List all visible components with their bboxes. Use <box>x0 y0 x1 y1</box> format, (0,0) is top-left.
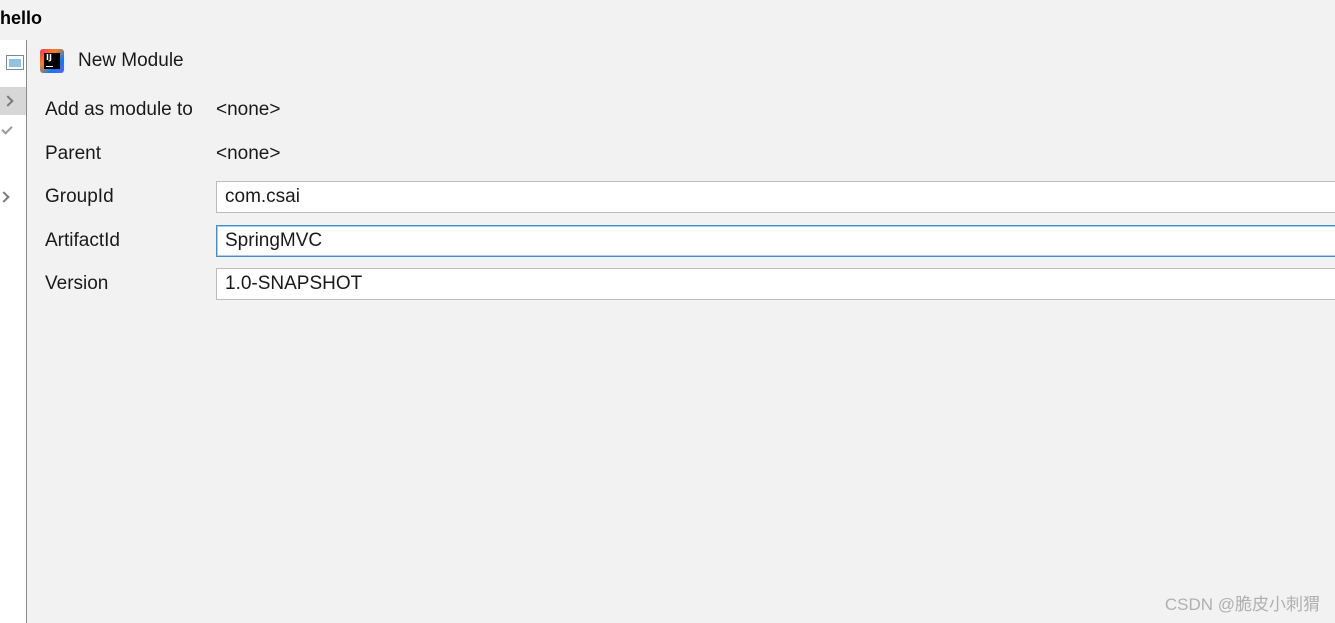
version-label: Version <box>45 273 109 294</box>
window-icon[interactable] <box>6 55 24 70</box>
add-as-module-row: Add as module to <none> <box>45 94 280 126</box>
watermark: CSDN @脆皮小刺猬 <box>1164 595 1320 614</box>
left-sidebar <box>0 40 27 623</box>
group-id-label: GroupId <box>45 186 114 207</box>
chevron-right-icon <box>2 95 14 107</box>
add-as-module-value[interactable]: <none> <box>216 99 280 121</box>
sidebar-item-selected[interactable] <box>0 87 26 115</box>
add-as-module-label: Add as module to <box>45 99 193 120</box>
check-icon[interactable] <box>1 123 13 135</box>
dialog-header: IJ New Module <box>40 46 184 76</box>
parent-label: Parent <box>45 143 101 164</box>
parent-value[interactable]: <none> <box>216 143 280 165</box>
chevron-right-icon[interactable] <box>0 191 10 203</box>
group-id-field[interactable]: com.csai <box>216 181 1335 213</box>
artifact-id-field[interactable]: SpringMVC <box>216 225 1335 257</box>
intellij-idea-icon: IJ <box>40 49 64 73</box>
artifact-id-label: ArtifactId <box>45 230 120 251</box>
dialog-title: New Module <box>78 50 184 71</box>
window-title: hello <box>0 8 43 28</box>
parent-row: Parent <none> <box>45 138 280 170</box>
version-field[interactable]: 1.0-SNAPSHOT <box>216 268 1335 300</box>
